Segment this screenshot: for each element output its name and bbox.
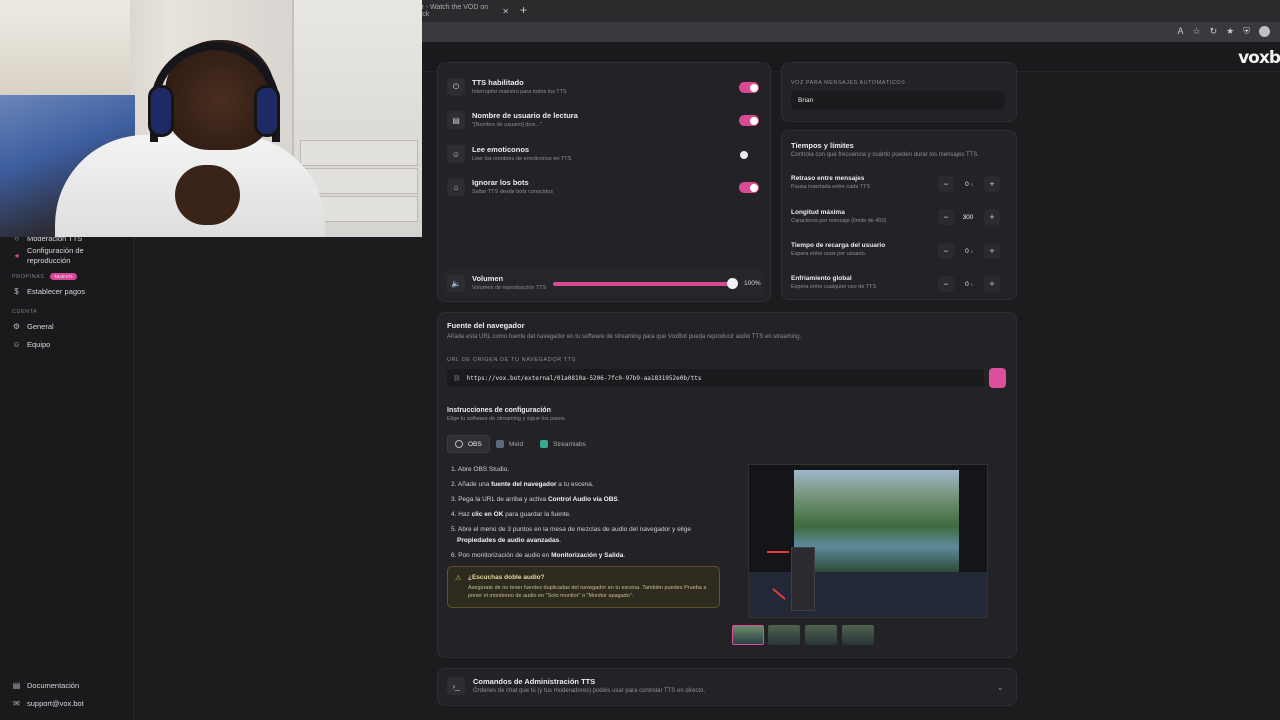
sidebar-item-configuracion-reproduccion[interactable]: ◂ Configuración de reproducción	[12, 246, 83, 266]
toggle-tts-enabled[interactable]	[739, 82, 759, 93]
voice-label: VOZ PARA MENSAJES AUTOMÁTICOS	[791, 80, 906, 86]
decrement-button[interactable]: −	[938, 243, 954, 259]
star-icon[interactable]: ☆	[1193, 26, 1201, 37]
increment-button[interactable]: +	[984, 209, 1000, 225]
limits-header: Tiempos y límites Controla con qué frecu…	[791, 141, 979, 158]
power-icon: ⏻	[447, 78, 465, 96]
toggle-read-username[interactable]	[739, 115, 759, 126]
stepper-value[interactable]: 0	[965, 281, 969, 288]
link-icon: ⛓	[453, 374, 461, 382]
volume-value: 100%	[744, 280, 761, 287]
stepper-global-cooldown: − 0s +	[938, 276, 1000, 292]
increment-button[interactable]: +	[984, 276, 1000, 292]
tts-row-bots: ⌂ Ignorar los bots Saltar TTS desde bots …	[447, 178, 553, 196]
toggle-read-emotes[interactable]	[737, 149, 757, 160]
step-4: 4. Haz clic en OK para guardar la fuente…	[451, 511, 571, 518]
decrement-button[interactable]: −	[938, 209, 954, 225]
stepper-user-cooldown: − 0s +	[938, 243, 1000, 259]
stepper-value[interactable]: 300	[963, 214, 974, 221]
obs-screenshot-preview[interactable]	[748, 464, 988, 618]
playback-icon: ◂	[14, 251, 19, 260]
new-badge: NUEVO	[50, 273, 77, 280]
sidebar-item-support[interactable]: ✉ support@vox.bot	[12, 699, 84, 708]
obs-icon	[455, 440, 463, 448]
warning-icon: ⚠	[455, 575, 462, 582]
streamlabs-icon	[540, 440, 548, 448]
shield-icon[interactable]: ⛨	[1243, 26, 1250, 37]
increment-button[interactable]: +	[984, 243, 1000, 259]
stepper-max-length: − 300 +	[938, 209, 1000, 225]
user-card-icon: ▤	[447, 111, 465, 129]
step-1: 1. Abre OBS Studio.	[451, 466, 510, 473]
webcam-overlay	[0, 0, 422, 237]
step-6: 6. Pon monitorización de audio en Monito…	[451, 552, 626, 559]
step-5: 5. Abre el menú de 3 puntos en la mesa d…	[451, 526, 691, 533]
decrement-button[interactable]: −	[938, 176, 954, 192]
translate-icon[interactable]: A	[1178, 26, 1184, 37]
tts-row-enabled: ⏻ TTS habilitado Interruptor maestro para…	[447, 78, 567, 96]
limit-row-user-cooldown: Tiempo de recarga del usuario Espera ent…	[791, 242, 886, 257]
sync-icon[interactable]: ↻	[1210, 26, 1218, 37]
payment-icon: $	[14, 287, 19, 296]
sidebar-item-establecer-pagos[interactable]: $ Establecer pagos	[12, 287, 85, 296]
tts-row-username: ▤ Nombre de usuario de lectura "[Nombre d…	[447, 111, 578, 129]
meld-icon	[496, 440, 504, 448]
close-tab-icon[interactable]: ✕	[502, 7, 509, 16]
browser-tab[interactable]: ler - Watch the VOD on Kick ✕	[410, 2, 515, 20]
stepper-value[interactable]: 0	[965, 181, 969, 188]
tts-row-emotes: ☺ Lee emoticonos Leer los nombres de emot…	[447, 145, 571, 163]
tab-obs[interactable]: OBS	[447, 435, 490, 453]
favorites-icon[interactable]: ★	[1226, 26, 1234, 37]
tab-streamlabs[interactable]: Streamlabs	[533, 435, 593, 453]
section-propinas: PROPINAS NUEVO	[12, 273, 77, 280]
copy-url-button[interactable]	[989, 368, 1006, 388]
mail-icon: ✉	[13, 699, 20, 708]
volume-slider-track[interactable]	[553, 282, 733, 286]
limit-row-global-cooldown: Enfriamiento global Espera entre cualqui…	[791, 275, 877, 290]
voxbot-logo: voxb	[1238, 48, 1280, 68]
step-2: 2. Añade una fuente del navegador a tu e…	[451, 481, 594, 488]
profile-avatar[interactable]	[1259, 26, 1270, 37]
limit-row-max-length: Longitud máxima Caracteres por mensaje (…	[791, 209, 887, 224]
section-cuenta: CUENTA	[12, 309, 38, 315]
toggle-ignore-bots[interactable]	[739, 182, 759, 193]
admin-commands-header: ›_ Comandos de Administración TTS Órdene…	[447, 677, 705, 695]
volume-slider-handle[interactable]	[727, 278, 738, 289]
instructions-header: Instrucciones de configuración Elige tu …	[447, 407, 567, 422]
voice-select[interactable]: Brian	[791, 91, 1005, 110]
browser-source-header: Fuente del navegador Añade esta URL como…	[447, 321, 802, 340]
browser-source-url-field[interactable]: ⛓ https://vox.bot/external/01a0810a-5206…	[447, 369, 984, 387]
step-3: 3. Pega la URL de arriba y activa Contro…	[451, 496, 620, 503]
preview-thumbnail[interactable]	[768, 625, 800, 645]
stepper-value[interactable]: 0	[965, 248, 969, 255]
decrement-button[interactable]: −	[938, 276, 954, 292]
gear-icon: ⚙	[12, 322, 21, 331]
chevron-down-icon[interactable]: ⌄	[997, 683, 1004, 692]
new-tab-button[interactable]: +	[520, 4, 527, 16]
book-icon: ▤	[12, 681, 21, 690]
step-5-cont: Propiedades de audio avanzadas.	[457, 537, 562, 544]
preview-thumbnail[interactable]	[805, 625, 837, 645]
tab-meld[interactable]: Meld	[489, 435, 530, 453]
smile-icon: ☺	[447, 145, 465, 163]
url-label: URL DE ORIGEN DE TU NAVEGADOR TTS	[447, 357, 577, 363]
tab-title: ler - Watch the VOD on Kick	[416, 4, 489, 18]
volume-row: 🔈 Volumen Volumen de reproducción TTS	[447, 274, 546, 292]
sidebar-item-general[interactable]: ⚙ General	[12, 322, 54, 331]
preview-thumbnail[interactable]	[732, 625, 764, 645]
bot-icon: ⌂	[447, 178, 465, 196]
volume-icon: 🔈	[447, 274, 465, 292]
sidebar-item-equipo[interactable]: ☺ Equipo	[12, 340, 50, 349]
sidebar-item-documentacion[interactable]: ▤ Documentación	[12, 681, 79, 690]
stepper-delay: − 0s +	[938, 176, 1000, 192]
users-icon: ☺	[12, 340, 21, 349]
preview-thumbnail[interactable]	[842, 625, 874, 645]
limit-row-delay: Retraso entre mensajes Pausa insertada e…	[791, 175, 871, 190]
double-audio-warning: ⚠ ¿Escuchas doble audio? Asegúrate de no…	[447, 566, 720, 608]
terminal-icon: ›_	[447, 677, 465, 695]
increment-button[interactable]: +	[984, 176, 1000, 192]
